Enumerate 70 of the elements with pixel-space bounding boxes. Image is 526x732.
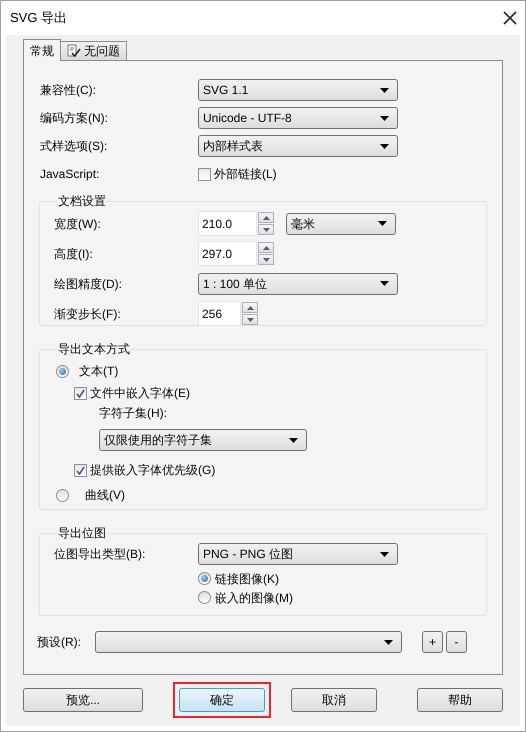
radio-label: 文本(T): [79, 363, 118, 380]
preset-dropdown[interactable]: [95, 631, 402, 653]
spin-up-button[interactable]: [242, 302, 258, 313]
checkbox[interactable]: [198, 168, 211, 180]
caret-icon: [384, 640, 393, 644]
spin-up-button[interactable]: [258, 242, 274, 253]
dropdown[interactable]: Unicode - UTF-8: [198, 107, 398, 129]
close-icon[interactable]: [503, 11, 517, 25]
dropdown[interactable]: 仅限使用的字符子集: [99, 429, 307, 451]
number-field[interactable]: 210.0: [198, 211, 257, 236]
checkbox[interactable]: [74, 386, 87, 400]
checkbox-label: 文件中嵌入字体(E): [90, 385, 190, 402]
tab[interactable]: 常规: [23, 39, 61, 61]
dialog-button[interactable]: 预览...: [23, 688, 143, 712]
radio-button[interactable]: [198, 572, 211, 585]
radio-button[interactable]: [56, 488, 69, 502]
spin-down-button[interactable]: [258, 254, 274, 265]
radio-label: 曲线(V): [85, 487, 125, 504]
dialog-button[interactable]: 帮助: [417, 688, 503, 712]
dropdown[interactable]: SVG 1.1: [198, 79, 398, 101]
caret-icon: [380, 144, 389, 148]
field-label: 编码方案(N):: [40, 110, 109, 127]
number-field[interactable]: 297.0: [198, 241, 257, 266]
tab[interactable]: 无问题: [60, 41, 127, 60]
field-label: 渐变步长(F):: [54, 306, 122, 322]
spin-up-button[interactable]: [258, 212, 274, 223]
group-title: 导出位图: [57, 525, 107, 542]
field-label: 预设(R):: [37, 634, 82, 651]
caret-icon: [380, 116, 389, 120]
field-label: 高度(I):: [54, 246, 94, 262]
field-label: 字符子集(H):: [99, 405, 167, 422]
radio-label: 链接图像(K): [215, 570, 279, 588]
caret-icon: [380, 88, 389, 92]
radio-button[interactable]: [56, 364, 69, 378]
down-arrow-icon: [262, 258, 270, 262]
radio-label: 嵌入的图像(M): [215, 590, 293, 606]
spin-down-button[interactable]: [242, 314, 258, 325]
spin-down-button[interactable]: [258, 224, 274, 235]
down-arrow-icon: [246, 318, 254, 322]
checkbox[interactable]: [74, 464, 87, 476]
checked-document-icon: [67, 44, 81, 58]
group-title: 文档设置: [57, 193, 107, 210]
up-arrow-icon: [262, 246, 270, 250]
group-title: 导出文本方式: [57, 341, 131, 358]
dropdown[interactable]: PNG - PNG 位图: [198, 543, 398, 565]
down-arrow-icon: [262, 228, 270, 232]
field-label: 兼容性(C):: [40, 82, 97, 99]
field-label: 绘图精度(D):: [54, 276, 123, 292]
caret-icon: [380, 281, 389, 286]
dialog-button[interactable]: 确定: [179, 688, 265, 712]
up-arrow-icon: [262, 216, 270, 220]
add-preset-button[interactable]: +: [422, 631, 443, 653]
radio-button[interactable]: [198, 591, 211, 604]
checkbox-label: 提供嵌入字体优先级(G): [90, 462, 216, 479]
field-label: JavaScript:: [40, 166, 100, 183]
field-label: 宽度(W):: [54, 216, 102, 232]
dropdown[interactable]: 毫米: [286, 212, 396, 234]
field-label: 位图导出类型(B):: [54, 546, 146, 563]
number-field[interactable]: 256: [198, 301, 241, 326]
dropdown[interactable]: 1 : 100 单位: [198, 272, 398, 294]
dropdown[interactable]: 内部样式表: [198, 135, 398, 157]
up-arrow-icon: [246, 306, 254, 310]
checkbox-label: 外部链接(L): [214, 166, 277, 183]
window-title: SVG 导出: [10, 9, 68, 28]
caret-icon: [289, 438, 298, 442]
remove-preset-button[interactable]: -: [446, 631, 467, 653]
caret-icon: [378, 221, 387, 226]
dialog-button[interactable]: 取消: [291, 688, 377, 712]
field-label: 式样选项(S):: [40, 138, 108, 155]
caret-icon: [380, 552, 389, 556]
